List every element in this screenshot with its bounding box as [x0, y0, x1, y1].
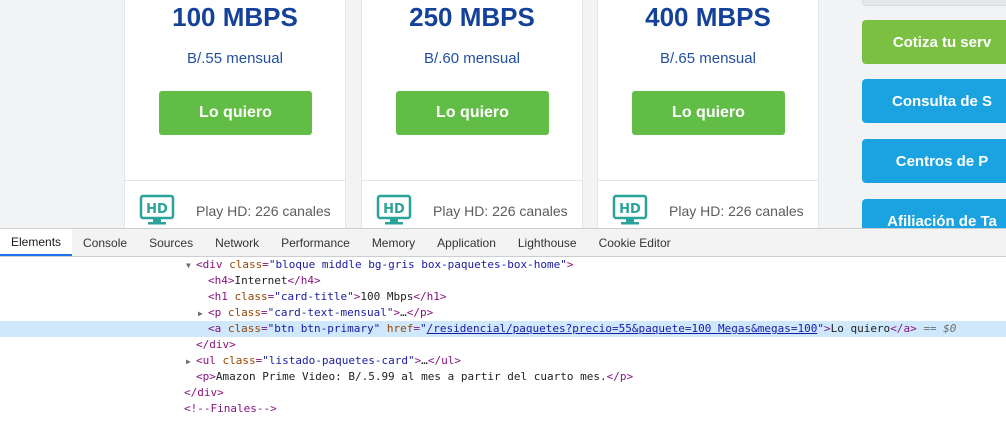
lo-quiero-button[interactable]: Lo quiero	[396, 91, 549, 135]
devtools-tab-bar: Elements Console Sources Network Perform…	[0, 229, 1006, 257]
card-feature: HD Play HD: 226 canales	[139, 194, 331, 228]
href-link[interactable]: /residencial/paquetes?precio=55&paquete=…	[427, 322, 818, 335]
expand-triangle-icon[interactable]: ▼	[186, 258, 196, 274]
dom-node[interactable]: ▶ <ul class="listado-paquetes-card">…</ul…	[0, 353, 1006, 369]
dom-node[interactable]: <p>Amazon Prime Video: B/.5.99 al mes a …	[0, 369, 1006, 385]
afiliacion-button[interactable]: Afiliación de Ta	[862, 199, 1006, 228]
tab-cookie-editor[interactable]: Cookie Editor	[588, 229, 682, 256]
tab-elements[interactable]: Elements	[0, 229, 73, 256]
dom-node[interactable]: ▼ <div class="bloque middle bg-gris box-p…	[0, 257, 1006, 273]
package-card-100: 100 MBPS B/.55 mensual Lo quiero HD Play…	[124, 0, 346, 228]
dom-node[interactable]: </div>	[0, 337, 1006, 353]
hd-label: HD	[619, 202, 641, 217]
dom-node[interactable]: <h4>Internet</h4>	[0, 273, 1006, 289]
package-card-400: 400 MBPS B/.65 mensual Lo quiero HD Play…	[597, 0, 819, 228]
tab-sources[interactable]: Sources	[138, 229, 204, 256]
card-feature: HD Play HD: 226 canales	[612, 194, 804, 228]
tab-memory[interactable]: Memory	[361, 229, 426, 256]
tab-console[interactable]: Console	[72, 229, 138, 256]
consulta-button[interactable]: Consulta de S	[862, 79, 1006, 123]
feature-text: Play HD: 226 canales	[433, 203, 568, 219]
dom-node[interactable]: <h1 class="card-title">100 Mbps</h1>	[0, 289, 1006, 305]
expand-triangle-icon[interactable]: ▶	[186, 354, 196, 370]
expand-triangle-icon[interactable]: ▶	[198, 306, 208, 322]
card-price: B/.60 mensual	[424, 50, 520, 67]
card-price: B/.65 mensual	[660, 50, 756, 67]
hd-label: HD	[146, 202, 168, 217]
page-viewport: 100 MBPS B/.55 mensual Lo quiero HD Play…	[0, 0, 1006, 228]
feature-text: Play HD: 226 canales	[669, 203, 804, 219]
dom-node[interactable]: ▶ <p class="card-text-mensual">…</p>	[0, 305, 1006, 321]
card-divider	[125, 180, 345, 181]
card-feature: HD Play HD: 226 canales	[376, 194, 568, 228]
tab-application[interactable]: Application	[426, 229, 507, 256]
hd-label: HD	[383, 202, 405, 217]
card-speed: 100 MBPS	[172, 2, 298, 32]
tab-performance[interactable]: Performance	[270, 229, 361, 256]
feature-text: Play HD: 226 canales	[196, 203, 331, 219]
card-price: B/.55 mensual	[187, 50, 283, 67]
devtools-panel: Elements Console Sources Network Perform…	[0, 228, 1006, 425]
dom-tree: ▼ <div class="bloque middle bg-gris box-p…	[0, 257, 1006, 425]
cotiza-button[interactable]: Cotiza tu serv	[862, 20, 1006, 64]
tab-lighthouse[interactable]: Lighthouse	[507, 229, 588, 256]
hd-tv-icon: HD	[139, 194, 175, 228]
dom-node-selected[interactable]: <a class="btn btn-primary" href="/reside…	[0, 321, 1006, 337]
card-speed: 250 MBPS	[409, 2, 535, 32]
dom-node[interactable]: </div>	[0, 385, 1006, 401]
centros-button[interactable]: Centros de P	[862, 139, 1006, 183]
card-divider	[598, 180, 818, 181]
sidebar-top-button[interactable]	[862, 0, 1006, 6]
lo-quiero-button[interactable]: Lo quiero	[159, 91, 312, 135]
hd-tv-icon: HD	[612, 194, 648, 228]
hd-tv-icon: HD	[376, 194, 412, 228]
package-card-250: 250 MBPS B/.60 mensual Lo quiero HD Play…	[361, 0, 583, 228]
tab-network[interactable]: Network	[204, 229, 270, 256]
card-speed: 400 MBPS	[645, 2, 771, 32]
lo-quiero-button[interactable]: Lo quiero	[632, 91, 785, 135]
card-divider	[362, 180, 582, 181]
dom-node[interactable]: <!--Finales-->	[0, 401, 1006, 417]
